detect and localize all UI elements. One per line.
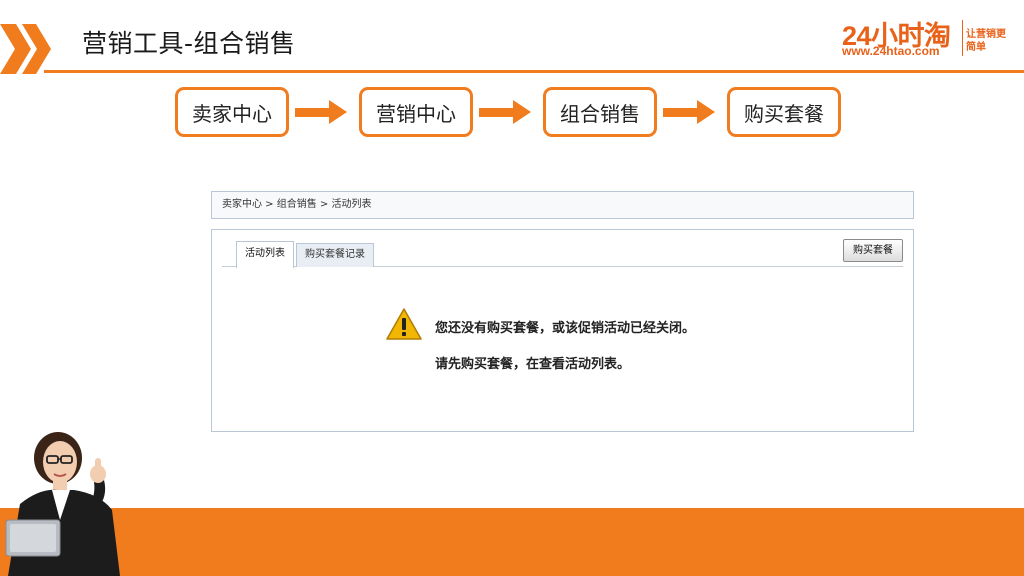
tab-activity-list[interactable]: 活动列表 <box>236 241 294 268</box>
flow-step-combo-sales: 组合销售 <box>543 87 657 137</box>
header-divider <box>44 70 1024 73</box>
chevron-icon <box>0 24 51 74</box>
logo-slogan: 让营销更简单 <box>966 29 1006 53</box>
flow-step-marketing-center: 营销中心 <box>359 87 473 137</box>
activity-panel: 活动列表 购买套餐记录 购买套餐 您还没有购买套餐，或该促销活动已经关闭。 请先… <box>211 229 914 432</box>
flow-step-seller-center: 卖家中心 <box>175 87 289 137</box>
breadcrumb: 卖家中心 > 组合销售 > 活动列表 <box>211 191 914 219</box>
arrow-right-icon <box>479 100 531 124</box>
buy-package-button[interactable]: 购买套餐 <box>843 239 903 262</box>
logo-divider <box>962 20 963 56</box>
arrow-right-icon <box>295 100 347 124</box>
arrow-right-icon <box>663 100 715 124</box>
warning-icon <box>386 308 422 340</box>
brand-logo: 24小时淘 www.24htao.com 让营销更简单 <box>842 14 1006 62</box>
page-title: 营销工具-组合销售 <box>82 29 296 58</box>
footer-band <box>0 508 1024 576</box>
logo-url: www.24htao.com <box>842 44 940 58</box>
flow-step-buy-package: 购买套餐 <box>727 87 841 137</box>
presenter-illustration <box>5 432 120 576</box>
notice-hint: 请先购买套餐，在查看活动列表。 <box>435 357 631 372</box>
notice-message: 您还没有购买套餐，或该促销活动已经关闭。 <box>435 321 696 336</box>
tab-purchase-records[interactable]: 购买套餐记录 <box>296 243 374 267</box>
